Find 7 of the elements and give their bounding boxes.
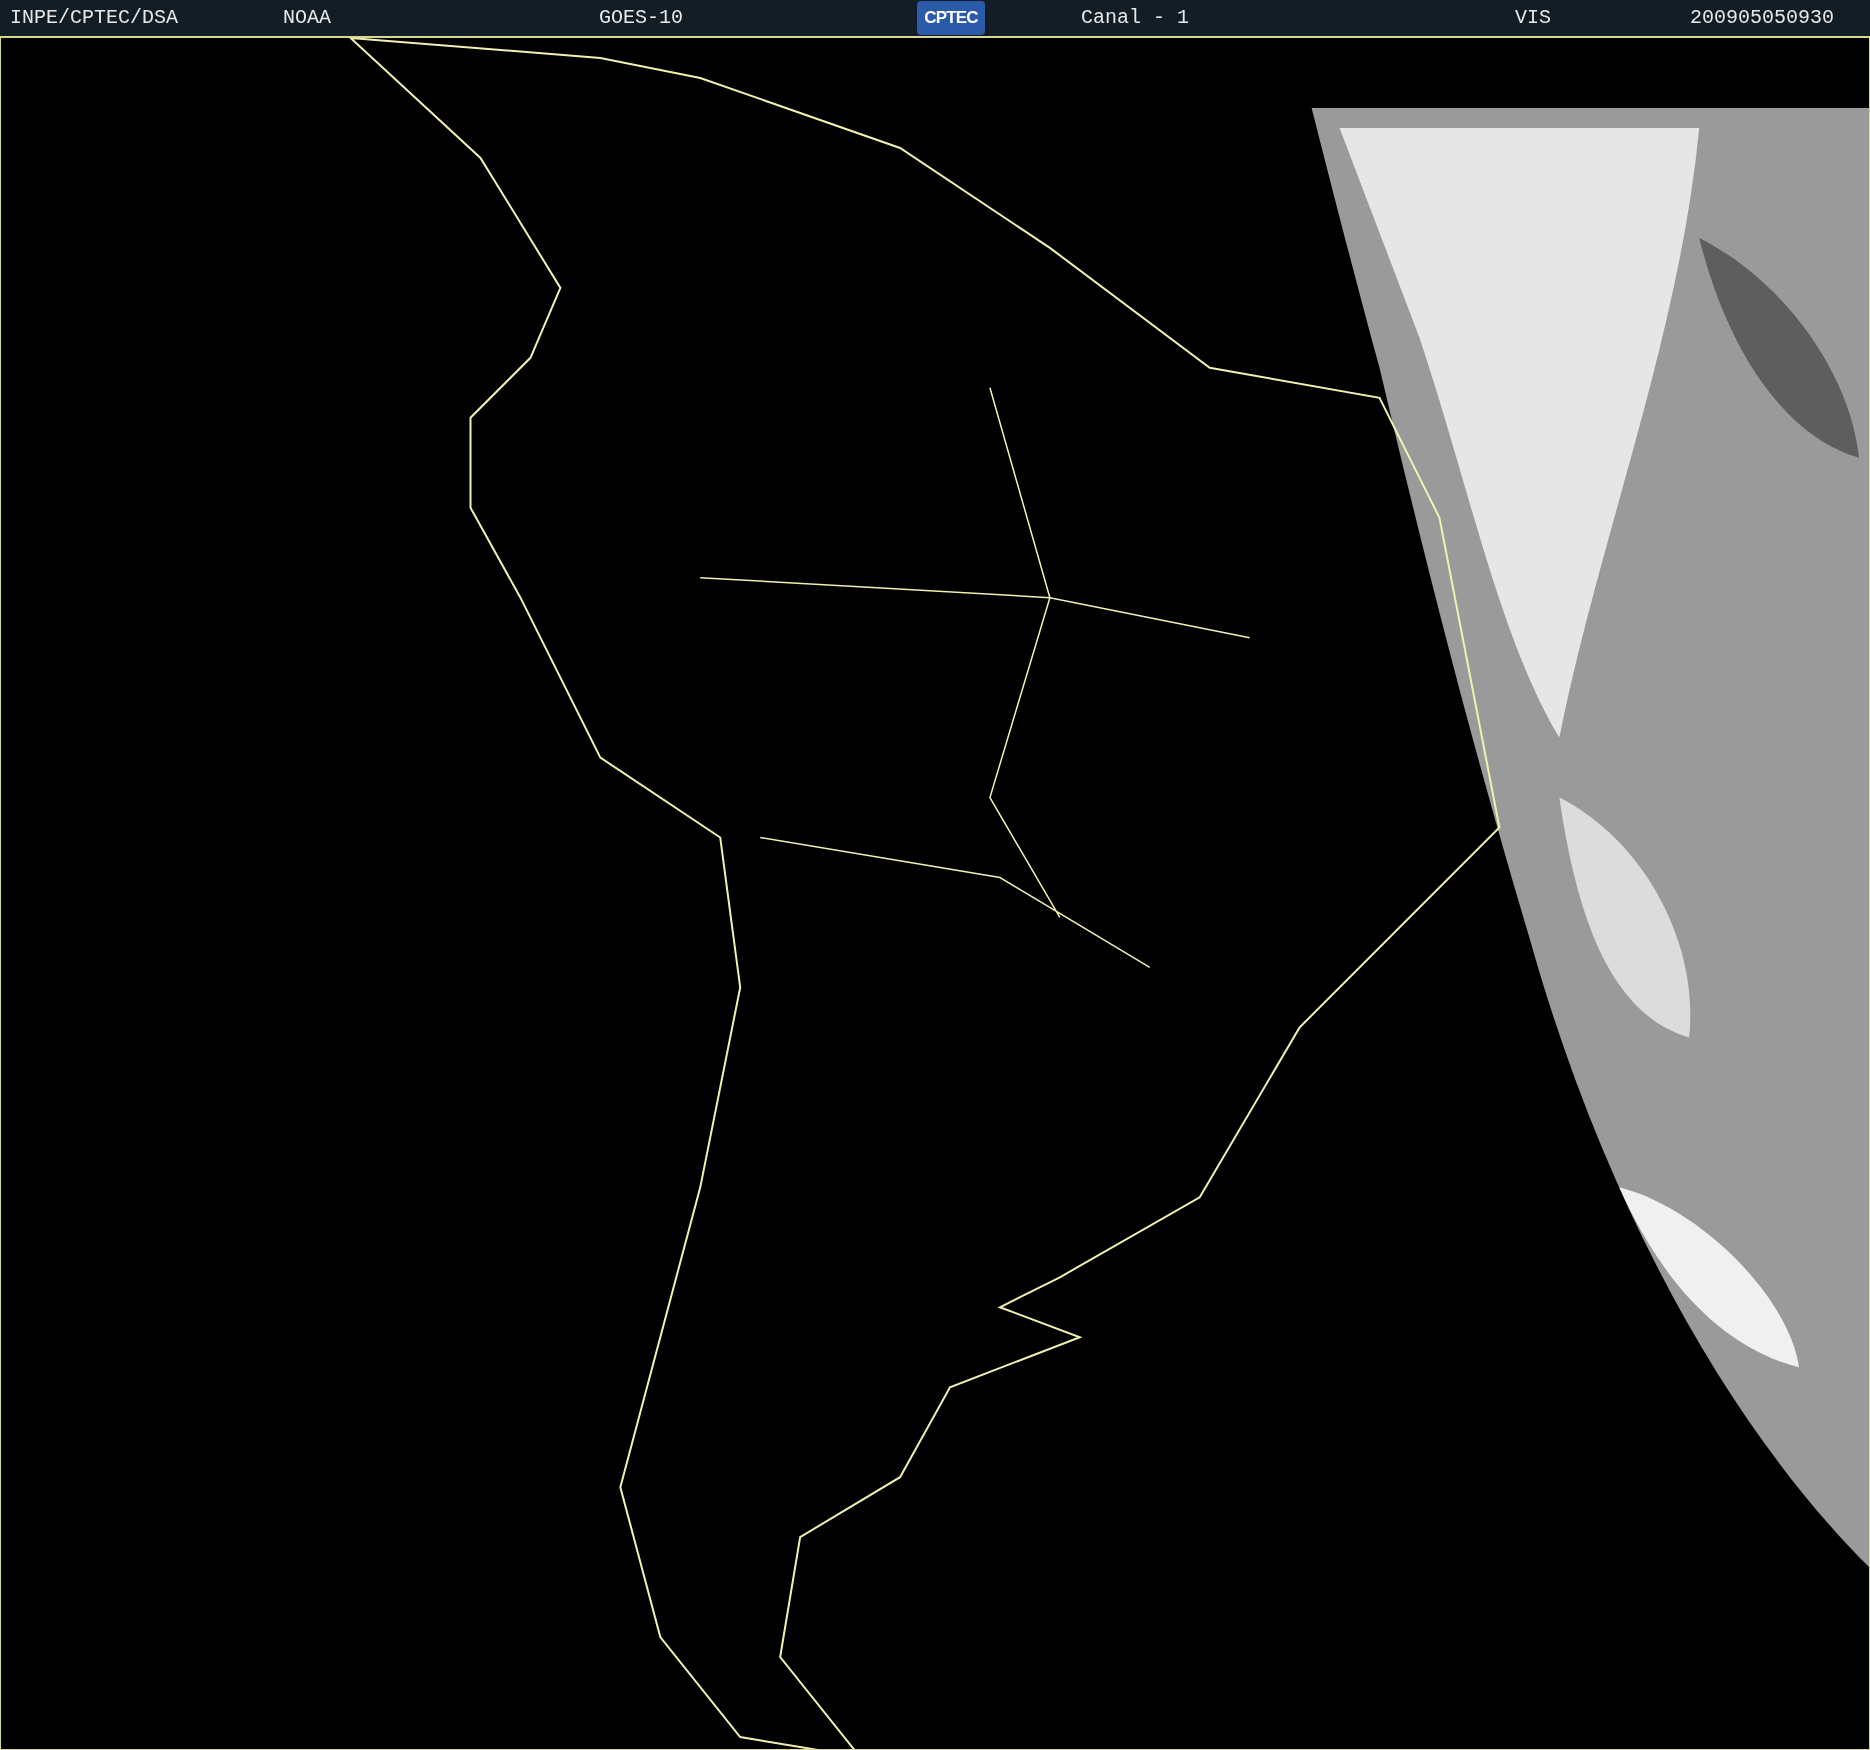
logo: CPTEC — [917, 1, 985, 35]
agency-label: NOAA — [283, 5, 332, 31]
satellite-label: GOES-10 — [599, 5, 684, 31]
band-label: VIS — [1515, 5, 1552, 31]
source-label: INPE/CPTEC/DSA — [10, 5, 180, 31]
channel-label: Canal - 1 — [1081, 5, 1191, 31]
timestamp-label: 200905050930 — [1690, 5, 1835, 31]
